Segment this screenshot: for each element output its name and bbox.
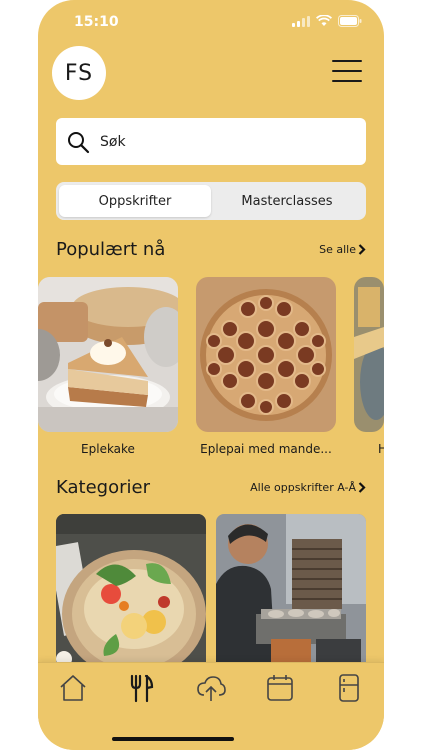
home-indicator xyxy=(112,737,234,741)
apple-pie-photo xyxy=(196,277,336,432)
signal-icon xyxy=(292,15,310,27)
recipe-card-partial[interactable] xyxy=(354,277,384,432)
chef-grilling-photo xyxy=(216,514,366,674)
upload-cloud-icon[interactable] xyxy=(196,673,226,703)
tab-masterclasses[interactable]: Masterclasses xyxy=(211,185,363,217)
calendar-icon[interactable] xyxy=(265,673,295,703)
app-screen: 15:10 FS Søk Oppskrifter Masterclasses P… xyxy=(38,0,384,750)
battery-icon xyxy=(338,15,362,27)
brand-logo[interactable]: FS xyxy=(52,46,106,100)
segmented-control: Oppskrifter Masterclasses xyxy=(56,182,366,220)
logo-text: FS xyxy=(64,60,94,86)
fridge-icon[interactable] xyxy=(334,673,364,703)
card-label-eplepai: Eplepai med mande... xyxy=(200,442,332,456)
search-icon xyxy=(68,131,90,153)
search-input[interactable] xyxy=(100,133,330,150)
card-label-eplekake: Eplekake xyxy=(81,442,135,456)
status-time: 15:10 xyxy=(74,14,119,30)
recipe-card-eplekake[interactable] xyxy=(38,277,178,432)
status-icons xyxy=(292,15,362,27)
chevron-right-icon xyxy=(358,244,366,255)
salad-photo xyxy=(56,514,206,674)
category-card-2[interactable] xyxy=(216,514,366,674)
cutlery-icon[interactable] xyxy=(127,673,157,703)
tab-oppskrifter[interactable]: Oppskrifter xyxy=(59,185,211,217)
all-recipes-label: Alle oppskrifter A-Å xyxy=(250,481,356,494)
all-recipes-link[interactable]: Alle oppskrifter A-Å xyxy=(250,481,366,494)
card-label-partial: H xyxy=(378,442,384,456)
categories-heading: Kategorier xyxy=(56,477,150,498)
home-icon[interactable] xyxy=(58,673,88,703)
chevron-right-icon xyxy=(358,482,366,493)
hamburger-menu-icon[interactable] xyxy=(332,60,362,84)
recipe-photo-partial xyxy=(354,277,384,432)
category-card-1[interactable] xyxy=(56,514,206,674)
wifi-icon xyxy=(316,15,332,26)
see-all-label: Se alle xyxy=(319,243,356,256)
search-bar[interactable] xyxy=(56,118,366,165)
status-bar: 15:10 xyxy=(38,0,384,44)
popular-heading: Populært nå xyxy=(56,239,166,260)
recipe-card-eplepai[interactable] xyxy=(196,277,336,432)
apple-cake-photo xyxy=(38,277,178,432)
see-all-link[interactable]: Se alle xyxy=(319,243,366,256)
